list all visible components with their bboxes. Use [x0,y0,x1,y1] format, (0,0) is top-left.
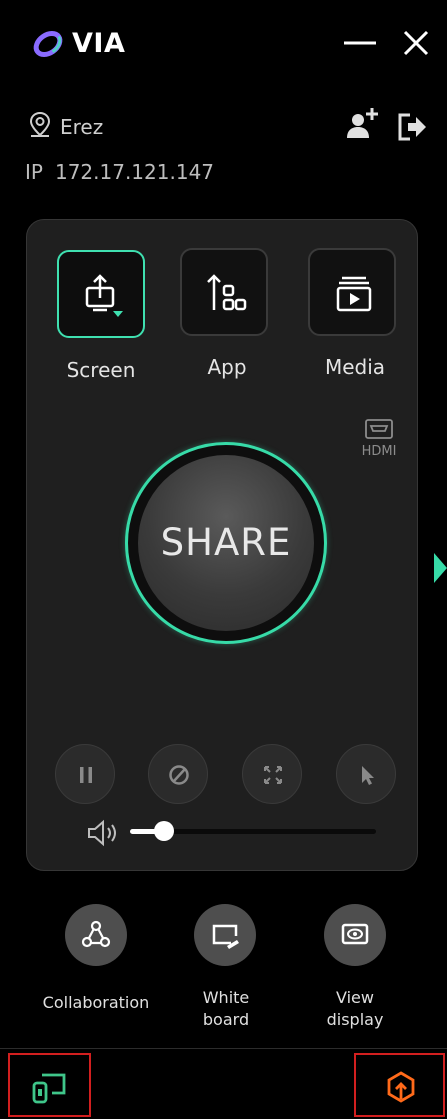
whiteboard-label: White board [177,987,275,1031]
whiteboard-label-line1: White [202,988,250,1007]
stop-button[interactable] [148,744,208,804]
minimize-icon [344,41,376,45]
view-display-label-line2: display [326,1010,384,1029]
whiteboard-button[interactable] [194,904,256,966]
hdmi-icon [365,419,393,439]
app-share-icon [207,274,247,311]
view-display-label-line1: View [336,988,374,1007]
pointer-icon [362,766,374,785]
media-source-button[interactable] [308,248,396,336]
hdmi-label: HDMI [361,444,397,459]
volume-slider[interactable] [130,821,376,841]
fullscreen-button[interactable] [242,744,302,804]
media-source-label: Media [324,355,386,379]
share-label: SHARE [160,521,292,564]
close-icon [403,30,429,56]
app-title: VIA [72,28,126,59]
user-name: Erez [60,115,104,139]
volume-icon[interactable] [86,818,122,848]
ip-address: IP 172.17.121.147 [25,160,226,184]
view-display-icon [341,923,369,945]
hdmi-input[interactable]: HDMI [356,418,402,462]
logout-button[interactable] [395,110,429,144]
expand-panel-arrow[interactable] [434,553,447,583]
via-logo-icon [30,26,66,62]
chevron-right-icon [434,553,447,583]
bottom-divider [0,1048,447,1049]
fullscreen-icon [264,766,282,784]
app-source-label: App [207,355,247,379]
view-display-button[interactable] [324,904,386,966]
collaboration-button[interactable] [65,904,127,966]
screen-source-button[interactable] [57,250,145,338]
upload-button[interactable] [383,1069,419,1105]
ip-prefix: IP [25,160,43,184]
add-user-button[interactable] [343,105,381,143]
upload-icon [387,1071,415,1103]
devices-button[interactable] [30,1069,68,1105]
upload-highlight [354,1053,445,1117]
view-display-label: View display [307,987,403,1031]
logout-icon [398,113,426,141]
whiteboard-label-line2: board [202,1010,250,1029]
close-button[interactable] [398,25,434,61]
collaboration-label: Collaboration [42,993,150,1012]
whiteboard-icon [212,924,239,949]
stop-icon [169,765,189,785]
pause-icon [80,767,92,783]
share-ring: SHARE [125,442,327,644]
add-user-icon [347,108,378,138]
screen-share-icon [85,274,123,317]
screen-source-label: Screen [66,358,136,382]
app-source-button[interactable] [180,248,268,336]
devices-highlight [8,1053,91,1117]
collaboration-icon [81,920,111,948]
share-button[interactable]: SHARE [138,455,314,631]
pause-button[interactable] [55,744,115,804]
media-share-icon [336,276,372,312]
ip-value: 172.17.121.147 [54,160,215,184]
location-pin-icon [25,110,55,140]
minimize-button[interactable] [340,30,380,56]
pointer-button[interactable] [336,744,396,804]
devices-icon [32,1073,66,1104]
